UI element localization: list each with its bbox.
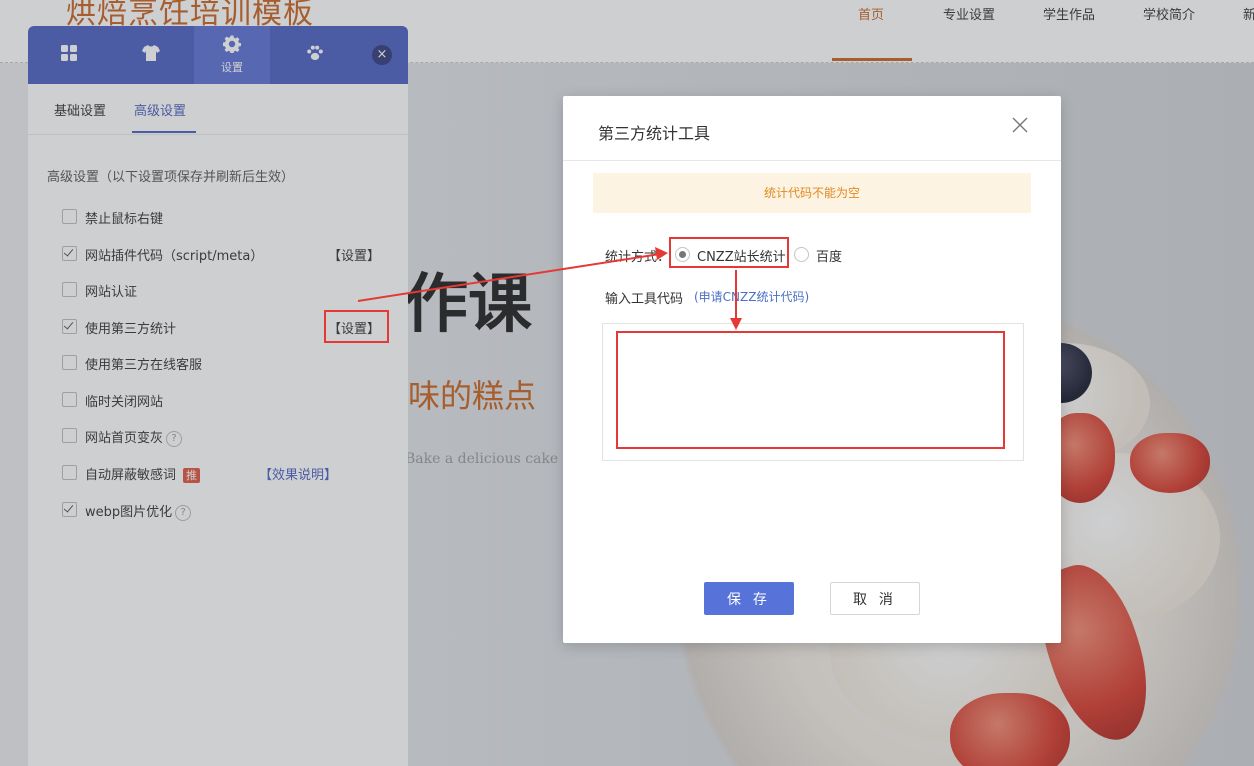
- close-icon: [1011, 117, 1029, 138]
- save-button[interactable]: 保 存: [704, 582, 794, 615]
- radio-baidu-label[interactable]: 百度: [816, 246, 842, 265]
- dialog-divider: [563, 160, 1061, 161]
- radio-baidu[interactable]: [794, 247, 809, 262]
- apply-cnzz-code-link[interactable]: (申请CNZZ统计代码): [694, 288, 809, 305]
- stats-tool-dialog: 第三方统计工具 统计代码不能为空 统计方式： CNZZ站长统计 百度 输入工具代…: [563, 96, 1061, 643]
- cancel-button[interactable]: 取 消: [830, 582, 920, 615]
- radio-cnzz-label[interactable]: CNZZ站长统计: [697, 246, 786, 265]
- stats-method-label: 统计方式：: [605, 250, 671, 265]
- code-input-wrapper: [602, 323, 1024, 461]
- error-alert: 统计代码不能为空: [593, 173, 1031, 213]
- radio-cnzz[interactable]: [675, 247, 690, 262]
- code-input-label: 输入工具代码: [605, 292, 684, 307]
- code-input[interactable]: [617, 332, 1007, 450]
- dialog-title: 第三方统计工具: [598, 124, 711, 143]
- dialog-close-button[interactable]: [1011, 116, 1033, 138]
